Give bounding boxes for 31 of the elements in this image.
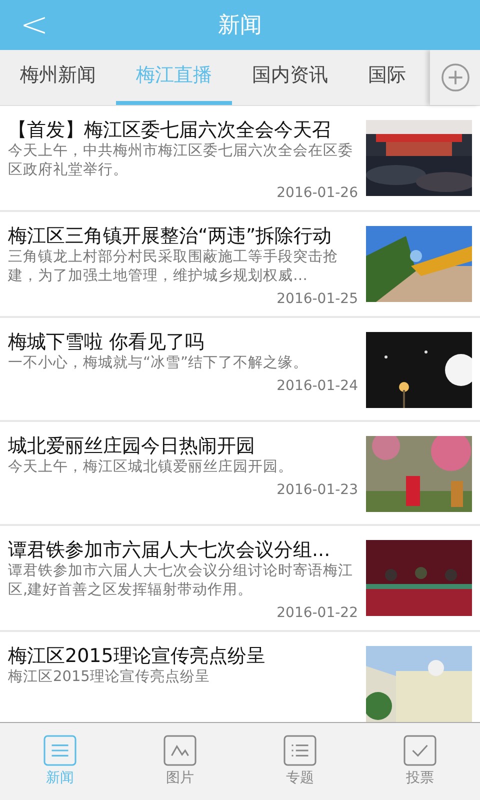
tab[interactable]: 梅州新闻 — [0, 50, 116, 105]
news-title: 梅江区2015理论宣传亮点纷呈 — [8, 644, 266, 668]
checkmark-icon — [403, 734, 437, 766]
news-title: 【首发】梅江区委七届六次全会今天召 — [8, 118, 332, 142]
news-title: 梅城下雪啦 你看见了吗 — [8, 330, 206, 354]
news-item[interactable]: 城北爱丽丝庄园今日热闹开园 今天上午，梅江区城北镇爱丽丝庄园开园。 2016-01-23 — [0, 422, 480, 526]
image-icon — [163, 734, 197, 766]
news-date: 2016-01-26 — [276, 184, 358, 202]
news-item[interactable]: 梅江区三角镇开展整治“两违”拆除行动 三角镇龙上村部分村民采取围蔽施工等手段突击抢建，为了加强土地管理，维护城乡规划权威… 2016-01-25 — [0, 212, 480, 318]
news-summary: 一不小心，梅城就与“冰雪”结下了不解之缘。 — [8, 354, 310, 373]
add-icon[interactable] — [440, 63, 470, 92]
news-date: 2016-01-24 — [276, 377, 358, 395]
news-item[interactable]: 梅城下雪啦 你看见了吗 一不小心，梅城就与“冰雪”结下了不解之缘。 2016-01-24 — [0, 318, 480, 422]
news-title: 城北爱丽丝庄园今日热闹开园 — [8, 434, 256, 458]
news-summary: 今天上午，中共梅州市梅江区委七届六次全会在区委区政府礼堂举行。 — [8, 142, 354, 180]
news-summary: 今天上午，梅江区城北镇爱丽丝庄园开园。 — [8, 458, 294, 477]
news-summary: 三角镇龙上村部分村民采取围蔽施工等手段突击抢建，为了加强土地管理，维护城乡规划权威… — [8, 248, 339, 286]
news-date: 2016-01-22 — [276, 604, 358, 622]
tab[interactable]: 国内资讯 — [232, 50, 348, 105]
news-title: 谭君铁参加市六届人大七次会议分组... — [8, 538, 332, 562]
list-icon — [283, 734, 317, 766]
news-item[interactable]: 【首发】梅江区委七届六次全会今天召 今天上午，中共梅州市梅江区委七届六次全会在区委区政府礼堂举行。 2016-01-26 — [0, 106, 480, 212]
news-summary: 梅江区2015理论宣传亮点纷呈 — [8, 668, 211, 687]
tab[interactable]: 国际 — [348, 50, 426, 105]
news-date: 2016-01-25 — [276, 290, 358, 308]
page-title: 新闻 — [218, 12, 262, 40]
news-date: 2016-01-23 — [276, 481, 358, 499]
news-item[interactable]: 谭君铁参加市六届人大七次会议分组... 谭君铁参加市六届人大七次会议分组讨论时寄语梅江区,建好首善之区发挥辐射带动作用。 2016-01-22 — [0, 526, 480, 632]
menu-lines-icon — [43, 734, 77, 766]
news-title: 梅江区三角镇开展整治“两违”拆除行动 — [8, 224, 333, 248]
news-summary: 谭君铁参加市六届人大七次会议分组讨论时寄语梅江区,建好首善之区发挥辐射带动作用。 — [8, 562, 354, 600]
